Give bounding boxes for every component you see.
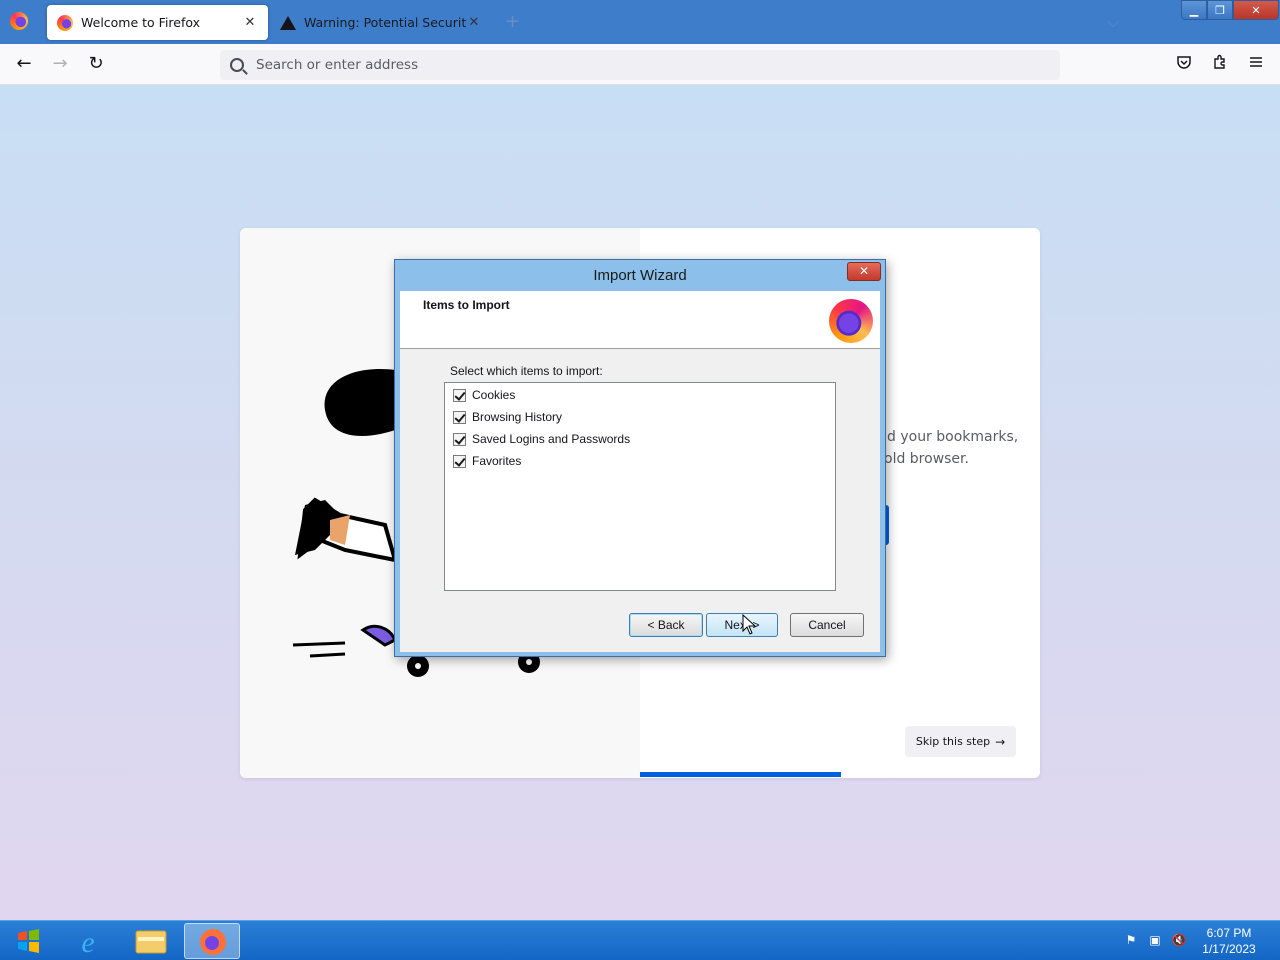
wizard-header: Items to Import bbox=[400, 291, 880, 349]
action-center-flag-icon[interactable]: ⚑ bbox=[1123, 933, 1139, 949]
system-clock[interactable]: 6:07 PM 1/17/2023 bbox=[1196, 925, 1262, 957]
tab-strip: Welcome to Firefox ✕ Warning: Potential … bbox=[0, 0, 1280, 44]
checkbox-favorites[interactable] bbox=[453, 454, 466, 468]
back-arrow-icon[interactable]: ← bbox=[14, 54, 34, 74]
card-description-line: d your bookmarks, bbox=[887, 429, 1019, 445]
navigation-toolbar: ← → ↻ Search or enter address bbox=[0, 44, 1280, 85]
clock-time: 6:07 PM bbox=[1206, 926, 1252, 940]
skip-step-button[interactable]: Skip this step → bbox=[905, 726, 1016, 757]
reload-icon[interactable]: ↻ bbox=[86, 54, 106, 74]
clock-date: 1/17/2023 bbox=[1202, 942, 1256, 956]
close-tab-icon[interactable]: ✕ bbox=[466, 15, 482, 30]
dialog-titlebar[interactable]: Import Wizard ✕ bbox=[395, 260, 885, 290]
dialog-close-button[interactable]: ✕ bbox=[847, 262, 881, 281]
address-bar[interactable]: Search or enter address bbox=[220, 50, 1060, 80]
file-explorer-taskbar-icon[interactable] bbox=[122, 923, 178, 959]
wizard-header-title: Items to Import bbox=[423, 298, 510, 312]
mouse-cursor-icon bbox=[742, 614, 756, 635]
checkbox-cookies[interactable] bbox=[453, 388, 466, 402]
volume-muted-icon[interactable]: 🔇 bbox=[1171, 933, 1187, 949]
tab-title: Welcome to Firefox bbox=[81, 15, 201, 30]
search-icon bbox=[230, 58, 244, 72]
new-tab-plus-icon[interactable]: + bbox=[505, 11, 520, 32]
taskbar: e ⚑ ▣ 🔇 6:07 PM 1/17/2023 bbox=[0, 920, 1280, 960]
item-label: Browsing History bbox=[472, 410, 563, 424]
import-items-list: Cookies Browsing History Saved Logins an… bbox=[444, 382, 836, 591]
svg-text:e: e bbox=[81, 926, 94, 959]
dialog-title: Import Wizard bbox=[593, 267, 687, 284]
hamburger-menu-icon[interactable] bbox=[1246, 54, 1266, 74]
tab-welcome[interactable]: Welcome to Firefox ✕ bbox=[47, 5, 268, 40]
cancel-button[interactable]: Cancel bbox=[790, 613, 864, 637]
start-button[interactable] bbox=[6, 925, 50, 957]
skip-step-label: Skip this step bbox=[915, 735, 991, 748]
list-item[interactable]: Cookies bbox=[453, 386, 515, 404]
network-icon[interactable]: ▣ bbox=[1147, 933, 1163, 949]
tab-title: Warning: Potential Security Risk bbox=[304, 15, 466, 30]
maximize-button[interactable]: ❐ bbox=[1207, 0, 1233, 20]
tab-security-warning[interactable]: Warning: Potential Security Risk ✕ bbox=[270, 5, 492, 40]
back-button[interactable]: < Back bbox=[629, 613, 703, 637]
item-label: Saved Logins and Passwords bbox=[472, 432, 631, 446]
checkbox-browsing-history[interactable] bbox=[453, 410, 466, 424]
firefox-logo-icon bbox=[829, 299, 873, 343]
list-item[interactable]: Browsing History bbox=[453, 408, 562, 426]
item-label: Favorites bbox=[472, 454, 522, 468]
internet-explorer-taskbar-icon[interactable]: e bbox=[60, 923, 116, 959]
firefox-view-icon[interactable] bbox=[10, 12, 28, 30]
minimize-button[interactable]: ▁ bbox=[1181, 0, 1207, 20]
firefox-icon bbox=[57, 14, 73, 31]
import-wizard-dialog: Import Wizard ✕ Items to Import Select w… bbox=[394, 259, 886, 657]
list-item[interactable]: Saved Logins and Passwords bbox=[453, 430, 630, 448]
forward-arrow-icon[interactable]: → bbox=[50, 54, 70, 74]
onboarding-progress-bar bbox=[640, 772, 841, 777]
pocket-icon[interactable] bbox=[1174, 54, 1194, 74]
item-label: Cookies bbox=[472, 388, 516, 402]
firefox-taskbar-icon[interactable] bbox=[184, 923, 240, 959]
close-window-button[interactable]: ✕ bbox=[1233, 0, 1279, 20]
dialog-body: Items to Import Select which items to im… bbox=[400, 291, 880, 652]
warning-icon bbox=[280, 15, 296, 30]
checkbox-saved-logins[interactable] bbox=[453, 432, 466, 446]
list-item[interactable]: Favorites bbox=[453, 452, 521, 470]
extensions-puzzle-icon[interactable] bbox=[1210, 54, 1230, 74]
select-items-label: Select which items to import: bbox=[450, 364, 603, 378]
list-all-tabs-chevron-icon[interactable] bbox=[1107, 15, 1119, 27]
address-placeholder: Search or enter address bbox=[256, 57, 419, 73]
card-description-line: old browser. bbox=[884, 451, 969, 467]
close-tab-icon[interactable]: ✕ bbox=[242, 15, 258, 30]
arrow-right-icon: → bbox=[995, 734, 1006, 749]
